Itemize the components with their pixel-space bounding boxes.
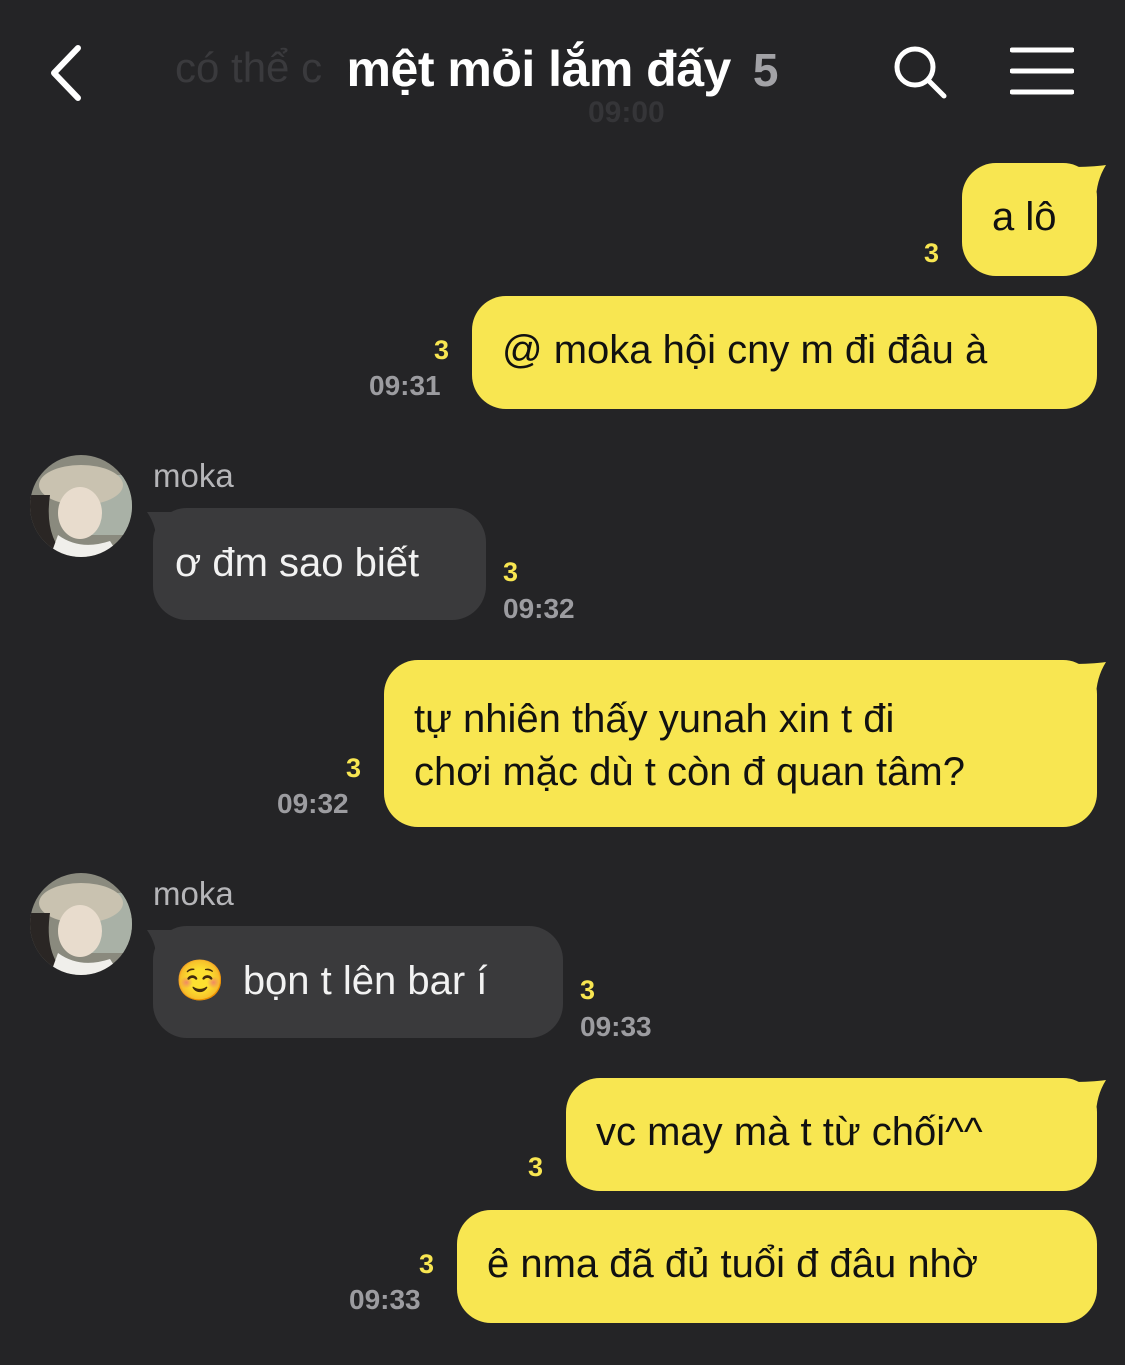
unread-count: 3 [528, 1152, 544, 1182]
message-text: ê nma đã đủ tuổi đ đâu nhờ [487, 1242, 979, 1286]
bubble-tail [1070, 1080, 1106, 1116]
bubble-tail [1070, 165, 1106, 201]
bubble-tail [147, 512, 183, 546]
chat-title-area[interactable]: mệt mỏi lắm đấy 5 [0, 40, 1125, 98]
message-text: a lô [992, 195, 1057, 239]
unread-count: 3 [434, 335, 450, 365]
avatar[interactable] [30, 455, 132, 557]
search-icon [894, 46, 947, 99]
my-message-bubble[interactable]: vc may mà t từ chối^^ [566, 1078, 1097, 1191]
search-button[interactable] [890, 42, 950, 102]
avatar[interactable] [30, 873, 132, 975]
unread-count: 3 [580, 975, 596, 1005]
message-text: bọn t lên bar í [242, 959, 488, 1003]
message-text-line: chơi mặc dù t còn đ quan tâm? [414, 750, 965, 794]
message-text: vc may mà t từ chối^^ [596, 1110, 983, 1154]
unread-count: 3 [924, 238, 940, 268]
message-text: ơ đm sao biết [175, 541, 420, 585]
message-time: 09:31 [369, 370, 441, 401]
unread-count: 3 [346, 753, 362, 783]
message-time: 09:32 [503, 593, 575, 624]
my-message-bubble[interactable]: @ moka hội cny m đi đâu à [472, 296, 1097, 409]
their-message-bubble[interactable]: ☺️ bọn t lên bar í [153, 926, 563, 1038]
unread-count: 3 [419, 1249, 435, 1279]
menu-icon [1009, 47, 1075, 95]
my-message-bubble[interactable]: ê nma đã đủ tuổi đ đâu nhờ [457, 1210, 1097, 1323]
sender-name: moka [153, 875, 234, 912]
member-count: 5 [752, 44, 779, 96]
message-text: @ moka hội cny m đi đâu à [502, 328, 988, 372]
menu-button[interactable] [1009, 46, 1075, 96]
ghost-message-time: 09:00 [588, 96, 665, 129]
message-time: 09:33 [349, 1284, 421, 1315]
profile-photo [30, 873, 132, 975]
chat-title: mệt mỏi lắm đấy [346, 41, 732, 97]
message-time: 09:32 [277, 788, 349, 819]
sender-name: moka [153, 457, 234, 494]
bubble-tail [1070, 662, 1106, 698]
chat-header: có thể c 09:00 mệt mỏi lắm đấy 5 [0, 0, 1125, 150]
their-message-bubble[interactable]: ơ đm sao biết [153, 508, 486, 620]
bubble-tail [147, 930, 183, 964]
message-text-line: tự nhiên thấy yunah xin t đi [414, 697, 895, 741]
unread-count: 3 [503, 557, 519, 587]
message-time: 09:33 [580, 1011, 652, 1042]
profile-photo [30, 455, 132, 557]
my-message-bubble[interactable]: tự nhiên thấy yunah xin t đi chơi mặc dù… [384, 660, 1097, 827]
